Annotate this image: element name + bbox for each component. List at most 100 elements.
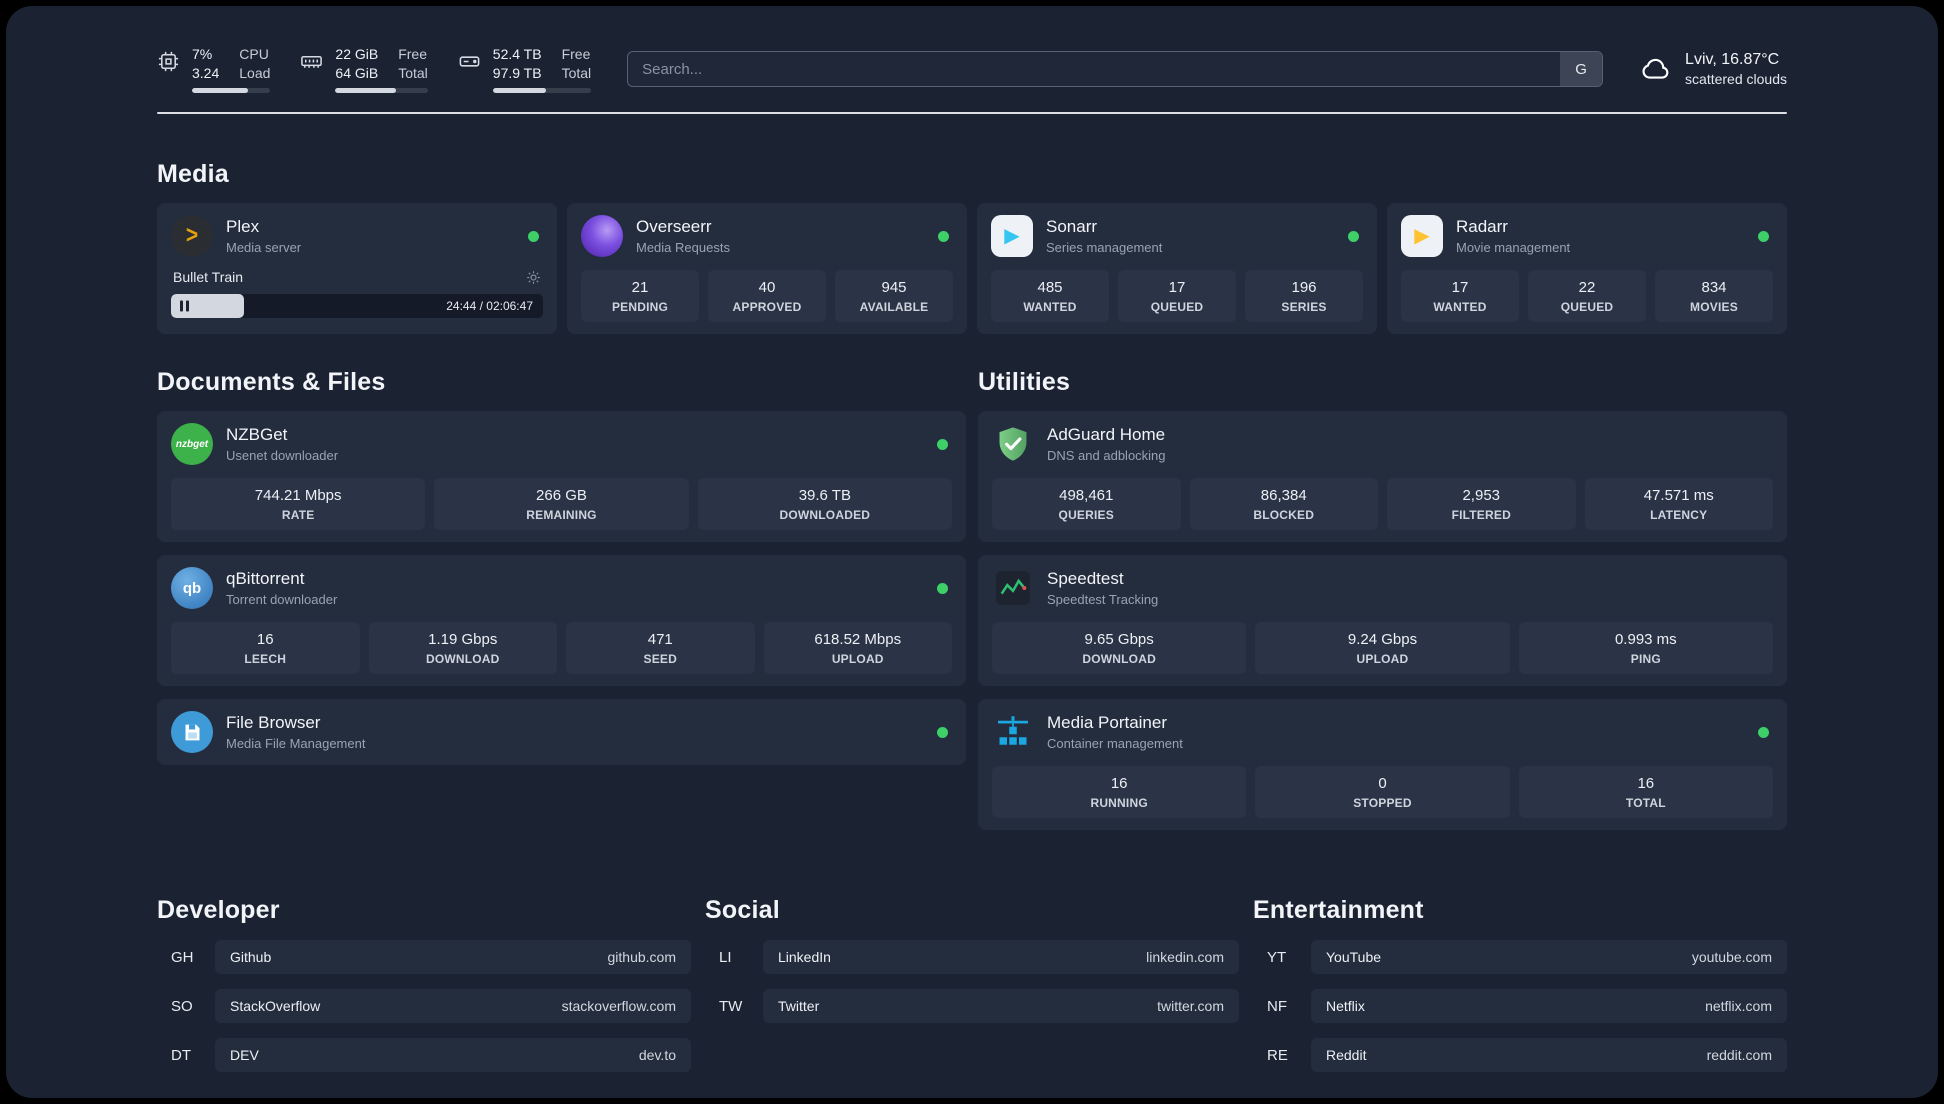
section-title-entertainment: Entertainment — [1253, 896, 1424, 924]
weather-location: Lviv, 16.87°C — [1685, 50, 1780, 68]
now-playing-title: Bullet Train — [173, 269, 244, 285]
ram-progress-bar — [335, 88, 428, 94]
bookmark-row-stackoverflow: SO StackOverflow stackoverflow.com — [157, 989, 691, 1023]
section-title-developer: Developer — [157, 896, 280, 924]
app-card-radarr: ▶ Radarr Movie management 17 WANTED 22 QUE… — [1387, 203, 1787, 334]
bookmark-link-stackoverflow[interactable]: StackOverflow stackoverflow.com — [215, 989, 691, 1023]
stat-tile-download: 1.19 Gbps DOWNLOAD — [368, 622, 557, 674]
stat-tile-downloaded: 39.6 TB DOWNLOADED — [697, 478, 952, 530]
weather-widget: Lviv, 16.87°C scattered clouds — [1639, 49, 1787, 89]
settings-gear-icon[interactable] — [526, 270, 541, 285]
bookmark-link-netflix[interactable]: Netflix netflix.com — [1311, 989, 1787, 1023]
stat-tile-seed: 471 SEED — [566, 622, 755, 674]
ram-free-value: 22 GiB — [335, 45, 379, 62]
stat-tile-ping: 0.993 ms PING — [1518, 622, 1773, 674]
app-name-plex: Plex — [226, 217, 260, 236]
search-engine-button[interactable]: G — [1560, 52, 1603, 86]
sonarr-icon[interactable]: ▶ — [991, 215, 1033, 257]
app-description-radarr: Movie management — [1456, 240, 1571, 255]
stat-tile-approved: 40 APPROVED — [708, 270, 826, 322]
ram-free-label: Free — [398, 45, 428, 62]
adguard-shield-icon[interactable] — [992, 423, 1034, 465]
app-description-nzbget: Usenet downloader — [226, 448, 339, 463]
status-online-dot — [1348, 230, 1359, 242]
bookmark-row-youtube: YT YouTube youtube.com — [1253, 940, 1787, 974]
disk-free-label: Free — [561, 45, 591, 62]
status-online-dot — [937, 438, 948, 450]
cloud-icon — [1639, 52, 1673, 86]
search-bar[interactable]: G — [627, 51, 1604, 87]
bookmark-link-linkedin[interactable]: LinkedIn linkedin.com — [763, 940, 1239, 974]
header-divider — [157, 112, 1787, 114]
cpu-usage-value: 7% — [192, 45, 213, 62]
filebrowser-icon[interactable] — [171, 711, 213, 753]
app-description-overseerr: Media Requests — [636, 240, 730, 255]
app-name-radarr: Radarr — [1456, 217, 1508, 236]
bookmark-link-twitter[interactable]: Twitter twitter.com — [763, 989, 1239, 1023]
stat-tile-stopped: 0 STOPPED — [1255, 766, 1510, 818]
bookmark-abbr: RE — [1267, 1046, 1288, 1064]
stat-tile-download: 9.65 Gbps DOWNLOAD — [992, 622, 1247, 674]
app-name-nzbget: NZBGet — [226, 425, 288, 444]
app-description-speedtest: Speedtest Tracking — [1047, 592, 1159, 607]
overseerr-icon[interactable] — [581, 215, 623, 257]
bookmark-link-dev[interactable]: DEV dev.to — [215, 1038, 691, 1072]
nzbget-icon[interactable]: nzbget — [171, 423, 213, 465]
bookmark-link-youtube[interactable]: YouTube youtube.com — [1311, 940, 1787, 974]
cpu-label: CPU — [239, 45, 269, 62]
status-online-dot — [528, 230, 539, 242]
plex-icon[interactable]: > — [171, 215, 213, 257]
section-utilities: Utilities AdGuard Home DNS and adblockin… — [978, 368, 1787, 830]
dashboard-page: 7% 3.24 CPU Load 22 GiB 64 GiB Free Tota… — [6, 6, 1938, 1098]
bookmark-abbr: DT — [171, 1046, 191, 1064]
disk-free-value: 52.4 TB — [492, 45, 542, 62]
radarr-icon[interactable]: ▶ — [1401, 215, 1443, 257]
bookmark-group-developer: Developer GH Github github.com SO StackO… — [157, 896, 691, 1072]
stat-tile-filtered: 2,953 FILTERED — [1387, 478, 1576, 530]
stat-tile-wanted: 17 WANTED — [1401, 270, 1519, 322]
section-title-media: Media — [157, 160, 229, 188]
hard-drive-icon — [458, 50, 481, 78]
stat-tile-pending: 21 PENDING — [581, 270, 699, 322]
app-card-filebrowser: File Browser Media File Management — [157, 699, 966, 765]
speedtest-chart-icon[interactable] — [992, 567, 1034, 609]
stat-tile-leech: 16 LEECH — [171, 622, 360, 674]
bookmark-row-reddit: RE Reddit reddit.com — [1253, 1038, 1787, 1072]
app-name-filebrowser: File Browser — [226, 713, 321, 732]
stat-tile-wanted: 485 WANTED — [991, 270, 1109, 322]
stat-tile-total: 16 TOTAL — [1518, 766, 1773, 818]
disk-widget: 52.4 TB 97.9 TB Free Total — [458, 45, 592, 94]
portainer-crane-icon[interactable] — [992, 711, 1034, 753]
app-name-portainer: Media Portainer — [1047, 713, 1168, 732]
qbittorrent-icon[interactable]: qb — [171, 567, 213, 609]
pause-icon[interactable] — [180, 300, 189, 312]
cpu-progress-bar — [192, 88, 271, 94]
bookmark-group-entertainment: Entertainment YT YouTube youtube.com NF … — [1253, 896, 1787, 1072]
bookmark-row-dev: DT DEV dev.to — [157, 1038, 691, 1072]
bookmark-abbr: NF — [1267, 997, 1287, 1015]
app-card-nzbget: nzbget NZBGet Usenet downloader 744.21 M… — [157, 411, 966, 542]
status-online-dot — [937, 726, 948, 738]
section-media: Media > Plex Media server Bullet Train 2… — [157, 160, 1787, 334]
app-card-speedtest: Speedtest Speedtest Tracking 9.65 Gbps DO… — [978, 555, 1787, 686]
app-card-portainer: Media Portainer Container management 16 R… — [978, 699, 1787, 830]
app-card-sonarr: ▶ Sonarr Series management 485 WANTED 17 Q… — [977, 203, 1377, 334]
cpu-widget: 7% 3.24 CPU Load — [157, 45, 271, 94]
bookmark-link-github[interactable]: Github github.com — [215, 940, 691, 974]
stat-tile-series: 196 SERIES — [1245, 270, 1363, 322]
disk-total-label: Total — [561, 64, 592, 81]
stat-tile-queued: 17 QUEUED — [1118, 270, 1236, 322]
app-name-adguard: AdGuard Home — [1047, 425, 1166, 444]
app-name-sonarr: Sonarr — [1046, 217, 1098, 236]
app-name-overseerr: Overseerr — [636, 217, 712, 236]
stat-tile-remaining: 266 GB REMAINING — [434, 478, 689, 530]
bookmark-row-linkedin: LI LinkedIn linkedin.com — [705, 940, 1239, 974]
status-online-dot — [937, 582, 948, 594]
search-input[interactable] — [628, 60, 1561, 78]
disk-progress-bar — [492, 88, 592, 94]
playback-progress-bar[interactable]: 24:44 / 02:06:47 — [171, 294, 543, 318]
stat-tile-queued: 22 QUEUED — [1528, 270, 1646, 322]
bookmark-link-reddit[interactable]: Reddit reddit.com — [1311, 1038, 1787, 1072]
app-name-qbittorrent: qBittorrent — [226, 569, 305, 588]
app-card-overseerr: Overseerr Media Requests 21 PENDING 40 APP… — [567, 203, 967, 334]
